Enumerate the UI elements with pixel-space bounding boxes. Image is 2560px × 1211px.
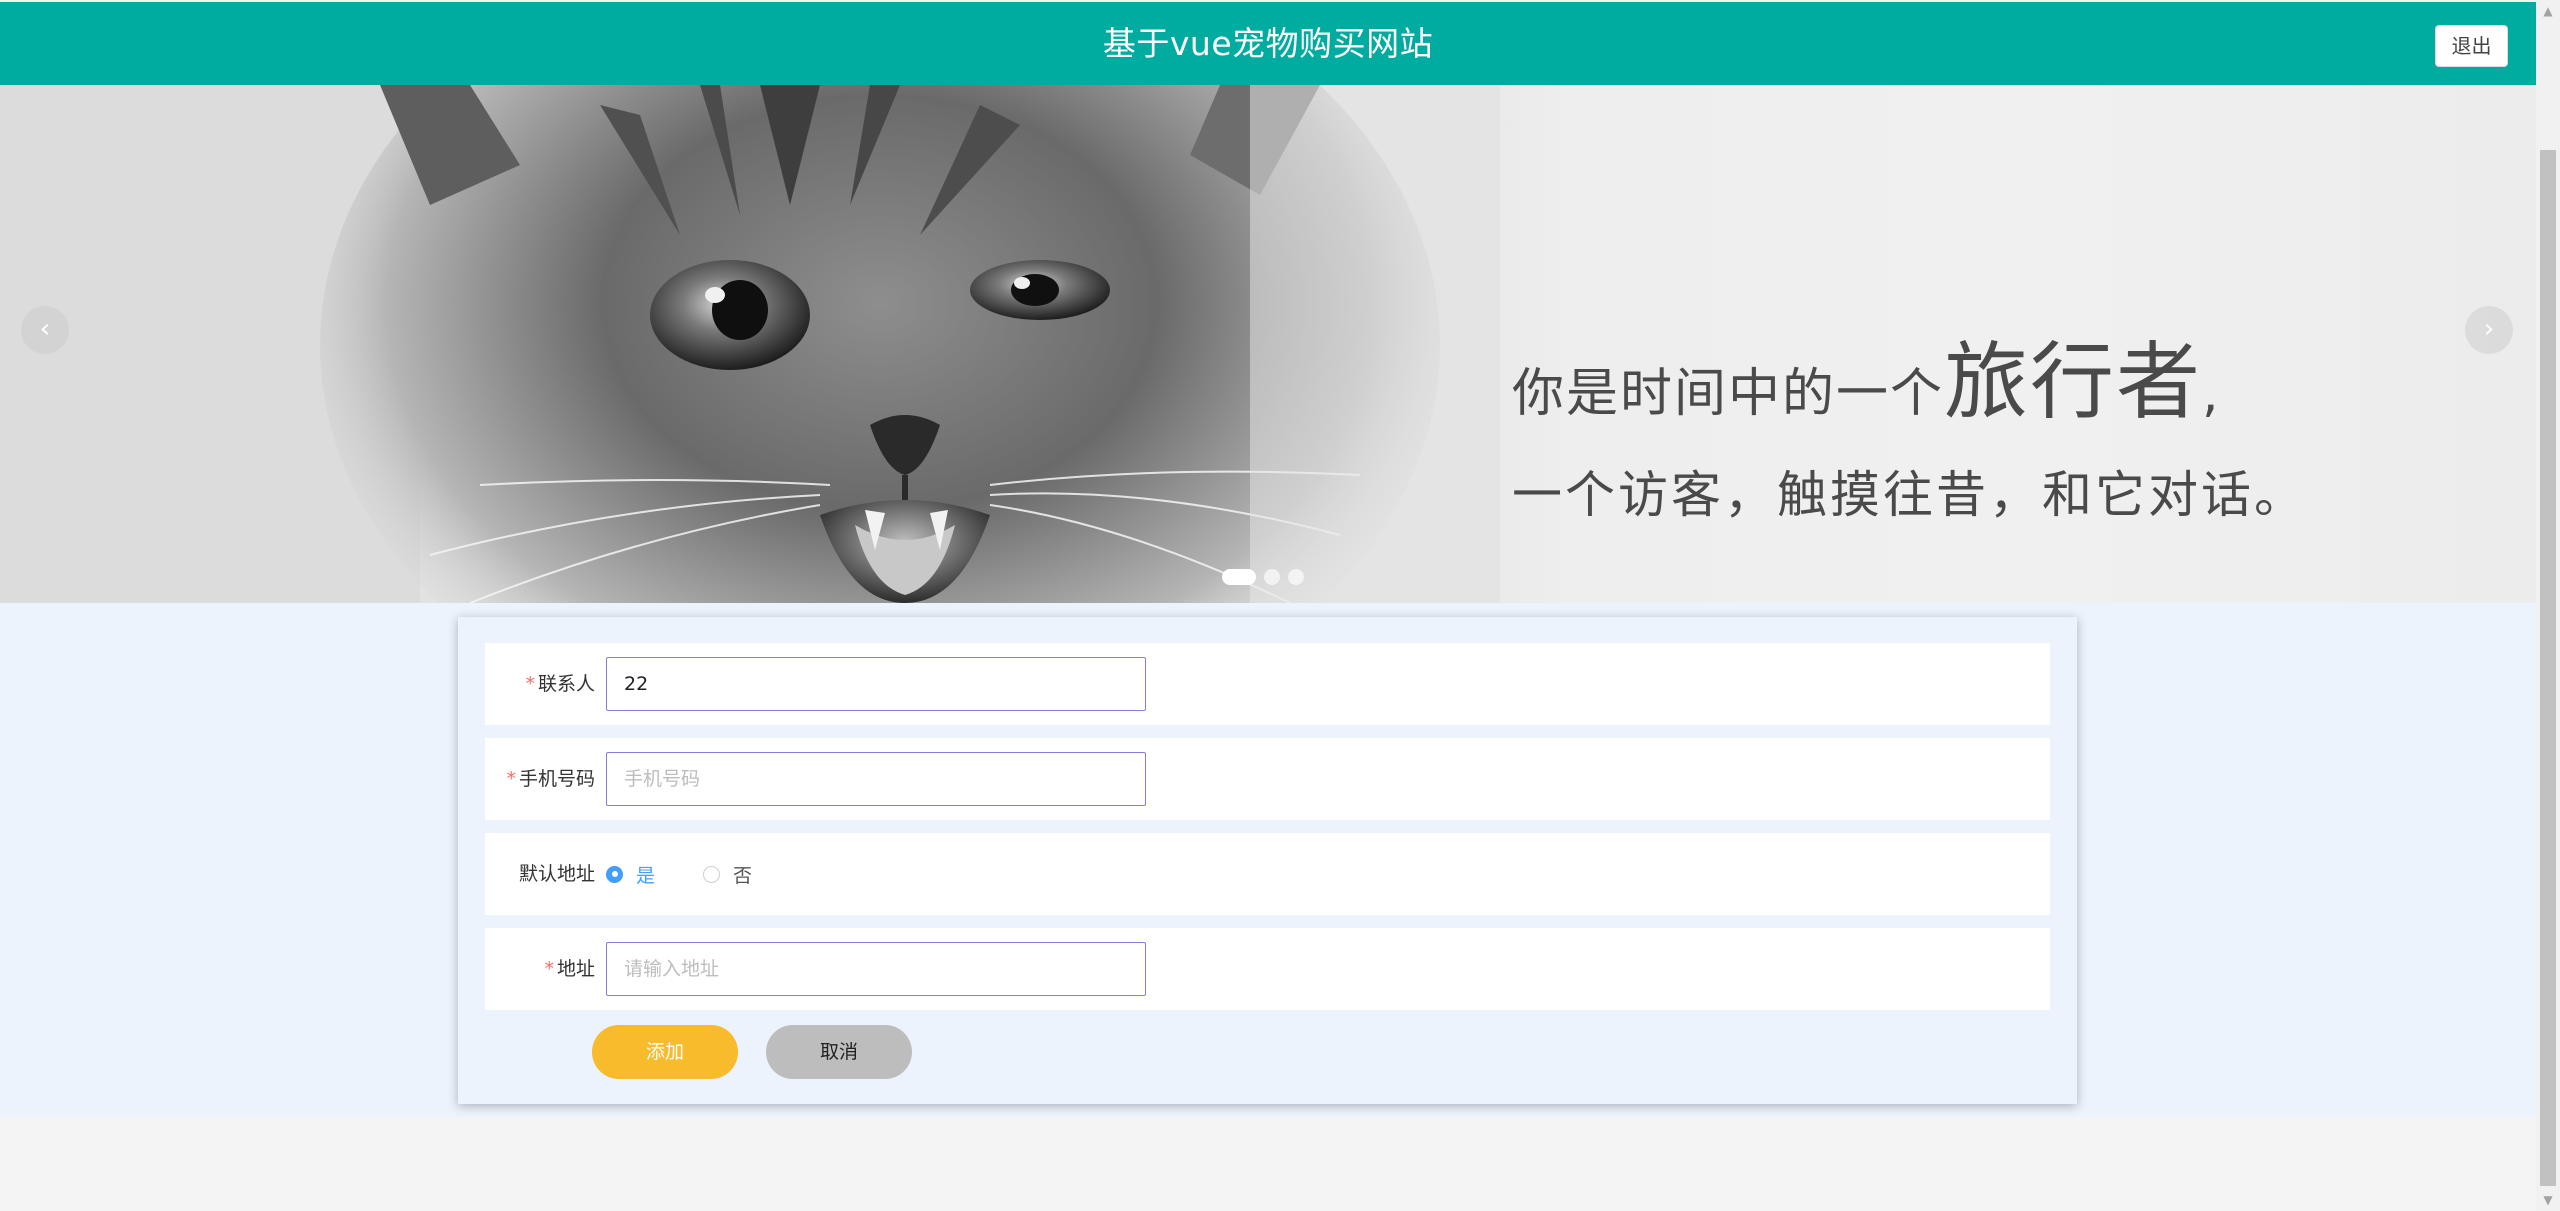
banner-slogan-line-2: 一个访客，触摸往昔，和它对话。: [1512, 466, 2307, 524]
radio-option-no[interactable]: 否: [703, 861, 752, 888]
phone-input[interactable]: [606, 752, 1146, 806]
phone-label: * 手机号码: [506, 768, 595, 790]
carousel-next-icon[interactable]: ›: [2465, 306, 2513, 354]
logout-button[interactable]: 退出: [2435, 25, 2508, 67]
carousel-dot-3[interactable]: [1288, 569, 1304, 585]
scroll-thumb[interactable]: [2540, 150, 2556, 1186]
cancel-button[interactable]: 取消: [766, 1025, 912, 1079]
radio-unchecked-icon[interactable]: [703, 865, 721, 883]
vertical-scrollbar[interactable]: ▲ ▼: [2536, 0, 2560, 1211]
add-button[interactable]: 添加: [592, 1025, 738, 1079]
top-header: 基于vue宠物购买网站 退出: [0, 2, 2536, 85]
default-address-radio-group: 是 否: [606, 833, 800, 915]
banner-carousel: 你是时间中的一个旅行者, 一个访客，触摸往昔，和它对话。 ‹ ›: [0, 85, 2536, 603]
address-input[interactable]: [606, 942, 1146, 996]
kitten-photo: [0, 85, 1500, 603]
page: 基于vue宠物购买网站 退出 你是时间中的一个旅行者, 一个访客，触摸往昔，和它…: [0, 0, 2536, 1211]
form-row-contact: * 联系人: [485, 643, 2050, 725]
site-title: 基于vue宠物购买网站: [1102, 24, 1434, 63]
radio-label-no: 否: [733, 864, 753, 887]
radio-label-yes: 是: [636, 864, 656, 887]
carousel-indicators: [1222, 569, 1304, 585]
scroll-up-icon[interactable]: ▲: [2536, 0, 2560, 22]
scroll-down-icon[interactable]: ▼: [2536, 1189, 2560, 1211]
form-row-default-address: 默认地址 是 否: [485, 833, 2050, 915]
carousel-dot-2[interactable]: [1264, 569, 1280, 585]
form-row-address: * 地址: [485, 928, 2050, 1010]
radio-option-yes[interactable]: 是: [606, 861, 655, 888]
address-label: * 地址: [544, 958, 595, 980]
banner-slogan-line-1: 你是时间中的一个旅行者,: [1512, 333, 2221, 431]
form-row-phone: * 手机号码: [485, 738, 2050, 820]
address-form: *联系人 *手机号码 默认地址 是 否 *地址 添加: [458, 617, 2077, 1104]
contact-label: * 联系人: [525, 673, 595, 695]
contact-input[interactable]: [606, 657, 1146, 711]
carousel-prev-icon[interactable]: ‹: [21, 306, 69, 354]
carousel-dot-1[interactable]: [1222, 569, 1256, 585]
radio-checked-icon[interactable]: [606, 865, 623, 883]
default-address-label: 默认地址: [518, 863, 595, 885]
